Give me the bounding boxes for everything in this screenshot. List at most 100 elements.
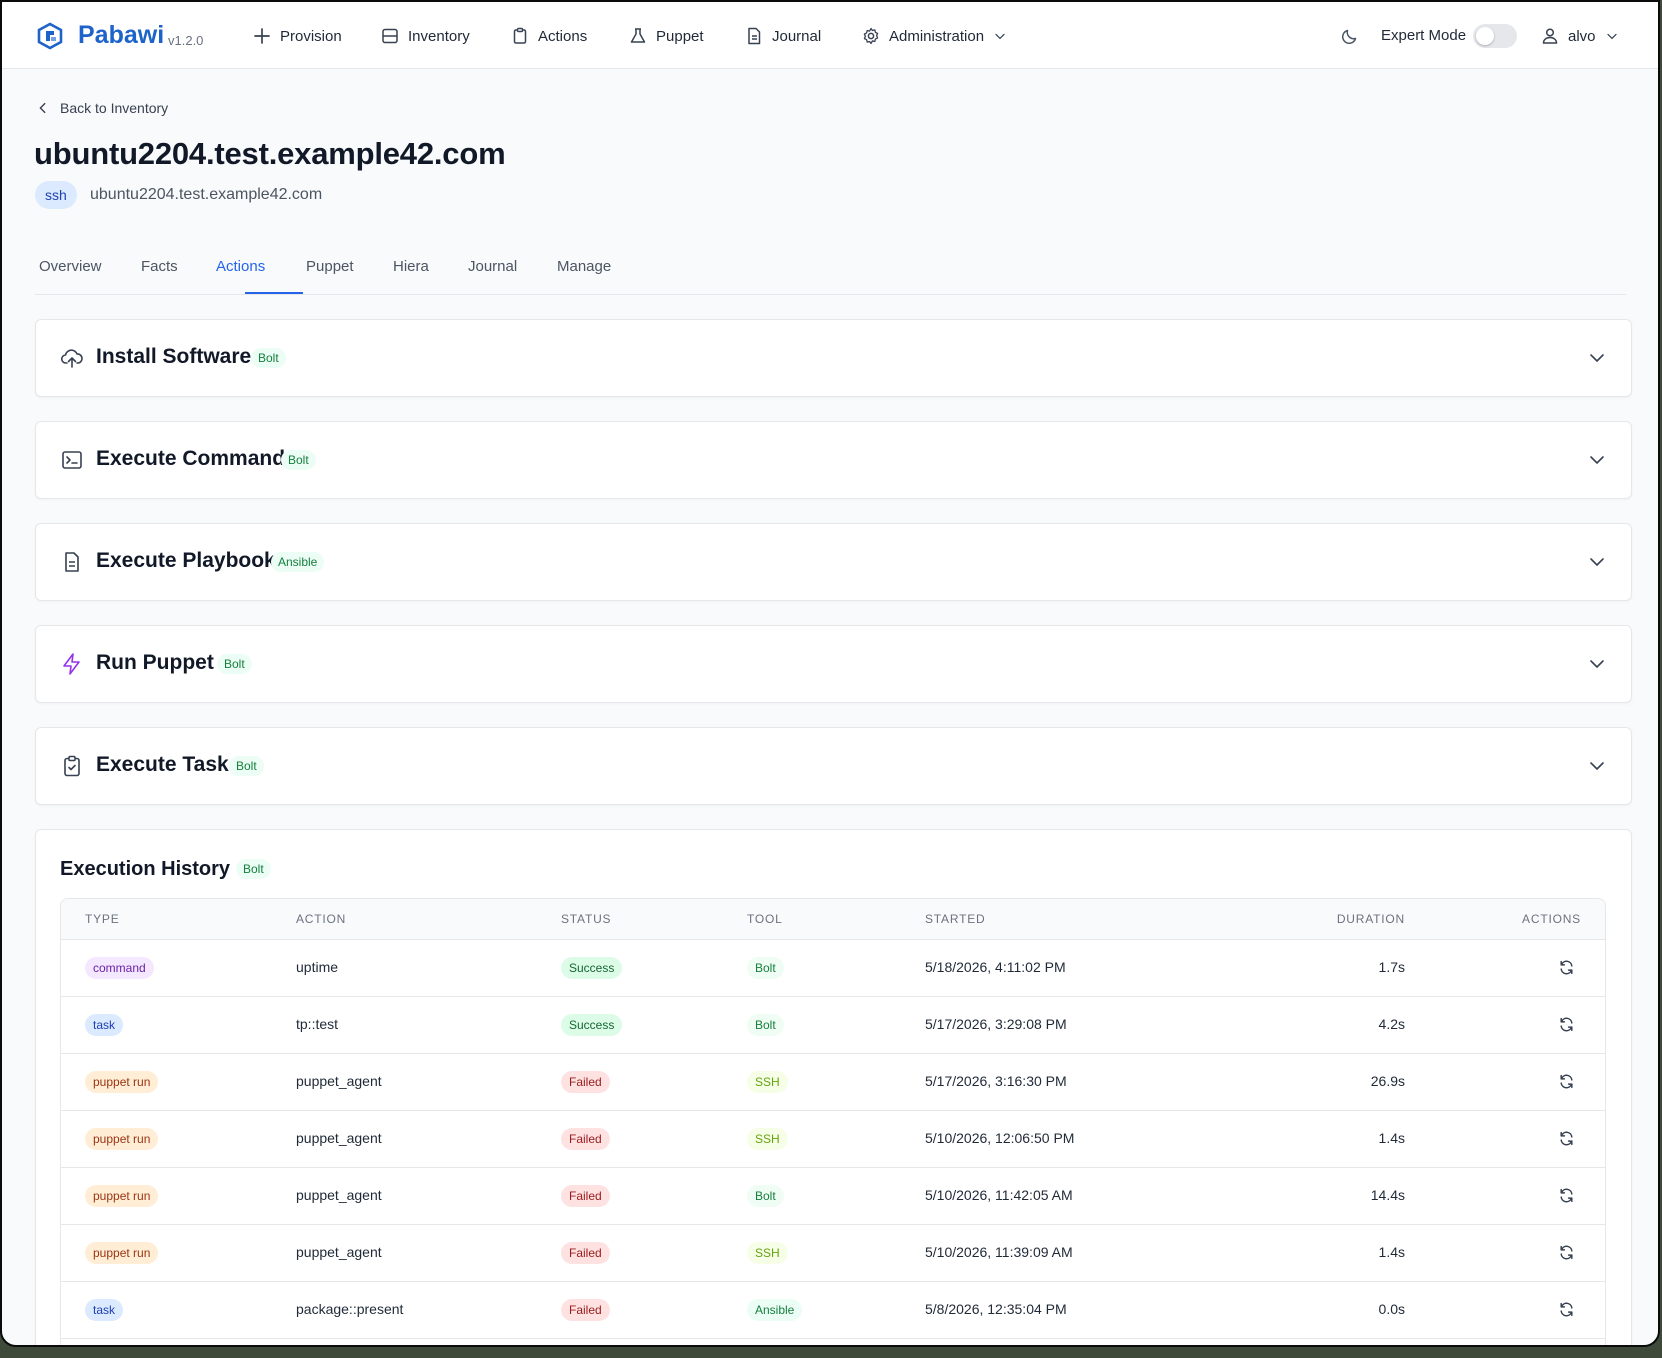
hostname-subtitle: ubuntu2204.test.example42.com: [90, 186, 323, 203]
rerun-icon[interactable]: [1558, 959, 1575, 976]
rerun-icon[interactable]: [1558, 1130, 1575, 1147]
nav-journal[interactable]: Journal: [744, 24, 821, 48]
chevron-down-icon[interactable]: [1587, 756, 1607, 776]
duration: 1.4s: [1378, 1130, 1405, 1146]
action-name: tp::test: [296, 1016, 339, 1032]
type-badge: puppet run: [85, 1128, 159, 1150]
accordion-execute-playbook[interactable]: Execute Playbook Ansible: [35, 523, 1632, 601]
expert-mode-toggle[interactable]: [1473, 24, 1517, 48]
tool-badge: SSH: [747, 1071, 788, 1093]
integration-badge: Bolt: [217, 654, 252, 674]
accordion-run-puppet[interactable]: Run Puppet Bolt: [35, 625, 1632, 703]
started-time: 5/10/2026, 11:42:05 AM: [925, 1187, 1073, 1203]
pabawi-logo-icon[interactable]: [36, 22, 64, 50]
nav-actions-label: Actions: [538, 27, 588, 45]
action-name: uptime: [296, 959, 339, 975]
rerun-icon[interactable]: [1558, 1016, 1575, 1033]
chevron-down-icon[interactable]: [1587, 552, 1607, 572]
action-name: puppet_agent: [296, 1187, 382, 1203]
chevron-down-icon[interactable]: [1587, 348, 1607, 368]
column-header-tool: TOOL: [747, 912, 783, 926]
table-row[interactable]: [61, 1339, 1605, 1345]
accordion-execute-task[interactable]: Execute Task Bolt: [35, 727, 1632, 805]
nav-inventory[interactable]: Inventory: [380, 24, 470, 48]
tool-badge: Bolt: [747, 957, 784, 979]
accordion-title: Run Puppet: [96, 651, 214, 674]
table-header: TYPE ACTION STATUS TOOL STARTED DURATION…: [61, 899, 1605, 940]
table-row[interactable]: puppet run puppet_agent Failed SSH 5/10/…: [61, 1225, 1605, 1282]
execution-history-title: Execution History: [60, 858, 231, 880]
chevron-down-icon[interactable]: [1587, 450, 1607, 470]
table-row[interactable]: puppet run puppet_agent Failed SSH 5/10/…: [61, 1111, 1605, 1168]
action-name: puppet_agent: [296, 1130, 382, 1146]
bolt-icon: [63, 653, 80, 675]
nav-administration[interactable]: Administration: [861, 24, 1008, 48]
status-badge: Failed: [561, 1242, 610, 1264]
duration: 0.0s: [1378, 1301, 1405, 1317]
duration: 26.9s: [1370, 1073, 1405, 1089]
integration-badge: Bolt: [281, 450, 316, 470]
started-time: 5/8/2026, 12:35:04 PM: [925, 1301, 1067, 1317]
accordion-install-software[interactable]: Install Software Bolt: [35, 319, 1632, 397]
plus-icon: [254, 28, 270, 44]
accordion-title: Execute Playbook: [96, 549, 276, 572]
started-time: 5/18/2026, 4:11:02 PM: [925, 959, 1066, 975]
accordion-title: Execute Task: [96, 753, 229, 776]
started-time: 5/10/2026, 12:06:50 PM: [925, 1130, 1075, 1146]
nav-journal-label: Journal: [772, 27, 822, 45]
table-row[interactable]: puppet run puppet_agent Failed Bolt 5/10…: [61, 1168, 1605, 1225]
tab-facts[interactable]: Facts: [141, 258, 178, 275]
flask-icon: [630, 28, 646, 43]
tab-overview[interactable]: Overview: [39, 258, 102, 275]
status-badge: Failed: [561, 1071, 610, 1093]
accordion-execute-command[interactable]: Execute Command Bolt: [35, 421, 1632, 499]
back-to-inventory-link[interactable]: Back to Inventory: [36, 100, 168, 116]
table-row[interactable]: puppet run puppet_agent Failed SSH 5/17/…: [61, 1054, 1605, 1111]
type-badge: command: [85, 957, 154, 979]
execution-history-card: Execution History Bolt TYPE ACTION STATU…: [35, 829, 1632, 1345]
nav-puppet-label: Puppet: [656, 27, 704, 45]
nav-puppet[interactable]: Puppet: [628, 24, 704, 48]
brand-name[interactable]: Pabawi: [78, 21, 164, 50]
action-name: puppet_agent: [296, 1073, 382, 1089]
status-badge: Failed: [561, 1128, 610, 1150]
dark-mode-moon-icon[interactable]: [1340, 26, 1360, 46]
status-badge: Failed: [561, 1299, 610, 1321]
tab-hiera[interactable]: Hiera: [393, 258, 429, 275]
type-badge: task: [85, 1299, 124, 1321]
started-time: 5/17/2026, 3:29:08 PM: [925, 1016, 1067, 1032]
tab-actions[interactable]: Actions: [216, 258, 265, 275]
type-badge: puppet run: [85, 1242, 159, 1264]
tool-badge: Ansible: [747, 1299, 803, 1321]
document-icon: [748, 27, 761, 45]
nav-administration-label: Administration: [889, 27, 985, 45]
rerun-icon[interactable]: [1558, 1301, 1575, 1318]
top-nav: Pabawi v1.2.0 Provision Inventory Action…: [2, 2, 1658, 69]
active-tab-indicator: [245, 292, 303, 294]
chevron-down-icon[interactable]: [1587, 654, 1607, 674]
column-header-action: ACTION: [296, 912, 347, 926]
tool-badge: SSH: [747, 1242, 788, 1264]
chevron-down-icon: [1606, 33, 1617, 40]
rerun-icon[interactable]: [1558, 1187, 1575, 1204]
started-time: 5/17/2026, 3:16:30 PM: [925, 1073, 1067, 1089]
transport-badge: ssh: [35, 181, 77, 209]
duration: 4.2s: [1378, 1016, 1405, 1032]
table-row[interactable]: task tp::test Success Bolt 5/17/2026, 3:…: [61, 997, 1605, 1054]
table-row[interactable]: command uptime Success Bolt 5/18/2026, 4…: [61, 940, 1605, 997]
nav-actions[interactable]: Actions: [510, 24, 587, 48]
status-badge: Success: [561, 957, 623, 979]
nav-provision[interactable]: Provision: [252, 24, 342, 48]
user-icon: [1542, 28, 1558, 44]
table-row[interactable]: task package::present Failed Ansible 5/8…: [61, 1282, 1605, 1339]
rerun-icon[interactable]: [1558, 1073, 1575, 1090]
status-badge: Failed: [561, 1185, 610, 1207]
tab-manage[interactable]: Manage: [557, 258, 611, 275]
terminal-icon: [62, 451, 82, 469]
status-badge: Success: [561, 1014, 623, 1036]
tab-journal[interactable]: Journal: [468, 258, 517, 275]
rerun-icon[interactable]: [1558, 1244, 1575, 1261]
tab-puppet[interactable]: Puppet: [306, 258, 354, 275]
user-menu[interactable]: alvo: [1540, 24, 1620, 48]
tool-badge: Bolt: [747, 1014, 784, 1036]
